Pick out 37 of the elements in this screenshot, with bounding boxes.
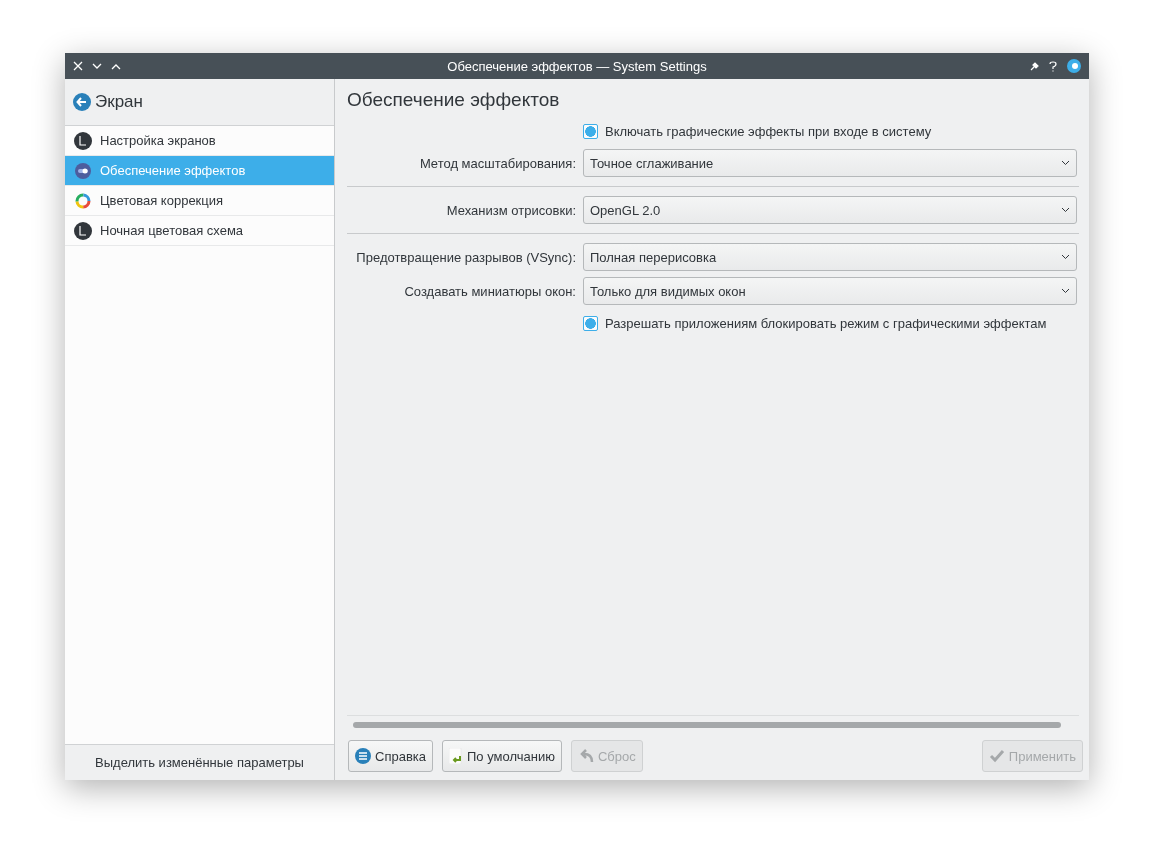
page-title: Обеспечение эффектов	[347, 89, 561, 111]
maximize-icon[interactable]	[111, 62, 121, 70]
chevron-down-icon	[1061, 254, 1070, 260]
checkbox-box[interactable]	[583, 315, 598, 331]
dropdown[interactable]: OpenGL 2.0	[583, 196, 1077, 224]
close-icon[interactable]	[73, 61, 83, 71]
help-icon[interactable]	[1049, 60, 1057, 72]
dropdown[interactable]: Полная перерисовка	[583, 243, 1077, 271]
pin-icon[interactable]	[1030, 61, 1039, 71]
dialog-button[interactable]: Справка	[348, 740, 433, 772]
field-label: Механизм отрисовки:	[445, 202, 576, 218]
field-label: Создавать миниатюры окон:	[403, 283, 576, 299]
display-icon	[74, 221, 92, 240]
checkmark-icon	[988, 748, 1005, 764]
app-icon	[1067, 59, 1081, 73]
checkbox-box[interactable]	[583, 123, 598, 139]
horizontal-scrollbar[interactable]	[353, 722, 1061, 728]
dialog-button[interactable]: По умолчанию	[442, 740, 562, 772]
chevron-down-icon	[1061, 288, 1070, 294]
dropdown[interactable]: Точное сглаживание	[583, 149, 1077, 177]
sidebar-item[interactable]: Ночная цветовая схема	[65, 216, 334, 246]
checkbox[interactable]: Включать графические эффекты при входе в систему	[583, 123, 932, 139]
back-label[interactable]: Экран	[95, 92, 143, 112]
dropdown[interactable]: Только для видимых окон	[583, 277, 1077, 305]
sidebar-item[interactable]: Цветовая коррекция	[65, 186, 334, 216]
minimize-icon[interactable]	[92, 62, 102, 70]
chevron-down-icon	[1061, 160, 1070, 166]
field-label: Метод масштабирования:	[418, 155, 576, 171]
chevron-down-icon	[1061, 207, 1070, 213]
checkbox[interactable]: Разрешать приложениям блокировать режим с графическими эффектам	[583, 315, 1047, 331]
document-arrow-icon	[449, 748, 463, 764]
display-icon	[74, 131, 92, 150]
toggle-icon	[74, 161, 92, 180]
color-wheel-icon	[74, 191, 92, 210]
help-icon	[355, 748, 371, 764]
window-title: Обеспечение эффектов — System Settings	[446, 58, 708, 74]
field-label: Предотвращение разрывов (VSync):	[355, 249, 576, 265]
